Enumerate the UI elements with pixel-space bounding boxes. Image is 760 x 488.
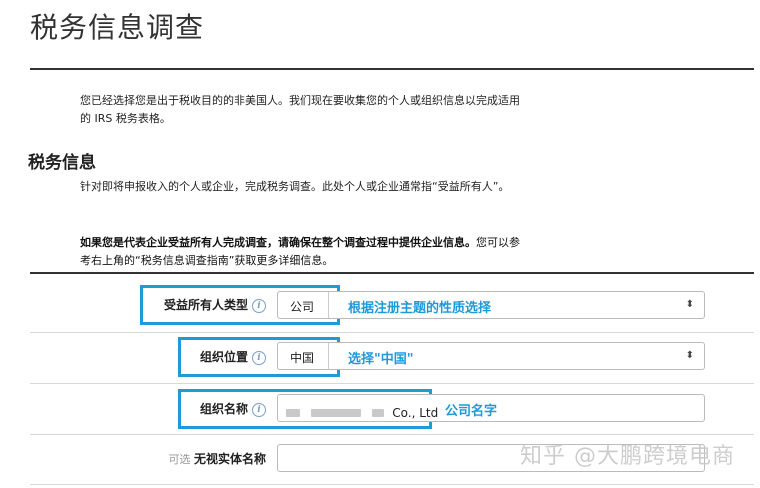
watermark: 知乎 @大鹏跨境电商	[520, 444, 735, 469]
updown-chevron-icon: ⬍	[685, 299, 694, 310]
section-note: 如果您是代表企业受益所有人完成调查，请确保在整个调查过程中提供企业信息。您可以参…	[80, 234, 530, 270]
info-icon[interactable]: i	[252, 298, 266, 313]
disregarded-label-wrap: 可选 无视实体名称	[140, 450, 266, 467]
select-divider	[328, 343, 329, 369]
org-name-value: Co., Ltd	[286, 402, 438, 421]
org-location-annotation: 选择"中国"	[348, 352, 414, 367]
select-divider	[328, 292, 329, 318]
disregarded-label: 无视实体名称	[193, 452, 266, 466]
updown-chevron-icon: ⬍	[685, 350, 694, 361]
org-location-value: 中国	[290, 351, 315, 365]
optional-tag: 可选	[168, 453, 191, 466]
redacted-text	[286, 408, 300, 417]
org-location-label: 组织位置	[199, 350, 248, 364]
owner-type-annotation: 根据注册主题的性质选择	[348, 301, 492, 316]
info-icon[interactable]: i	[252, 402, 266, 417]
form-divider	[30, 272, 754, 274]
section-description: 针对即将申报收入的个人或企业，完成税务调查。此处个人或企业通常指“受益所有人”。	[80, 180, 510, 193]
org-name-input[interactable]: Co., Ltd 公司名字	[277, 394, 705, 422]
org-name-label: 组织名称	[199, 402, 248, 416]
redacted-text	[311, 408, 362, 417]
org-name-label-wrap: 组织名称 i	[186, 400, 266, 417]
owner-type-label: 受益所有人类型	[163, 298, 248, 312]
info-icon[interactable]: i	[252, 350, 266, 365]
redacted-text	[372, 408, 385, 417]
owner-type-value: 公司	[290, 300, 315, 314]
row-separator	[30, 484, 754, 485]
org-name-annotation: 公司名字	[445, 404, 498, 419]
row-separator	[30, 434, 754, 435]
note-bold: 如果您是代表企业受益所有人完成调查，请确保在整个调查过程中提供企业信息。	[80, 236, 476, 249]
owner-type-select[interactable]: 公司 根据注册主题的性质选择 ⬍	[277, 291, 705, 319]
owner-type-label-wrap: 受益所有人类型 i	[148, 296, 266, 313]
org-location-label-wrap: 组织位置 i	[186, 348, 266, 365]
section-heading: 税务信息	[28, 153, 96, 173]
row-separator	[30, 332, 754, 333]
row-separator	[30, 383, 754, 384]
title-divider	[30, 68, 754, 70]
page-title: 税务信息调查	[30, 11, 205, 44]
org-location-select[interactable]: 中国 选择"中国" ⬍	[277, 342, 705, 370]
org-name-suffix: Co., Ltd	[392, 406, 439, 420]
intro-text: 您已经选择您是出于税收目的的非美国人。我们现在要收集您的个人或组织信息以完成适用…	[80, 94, 520, 125]
